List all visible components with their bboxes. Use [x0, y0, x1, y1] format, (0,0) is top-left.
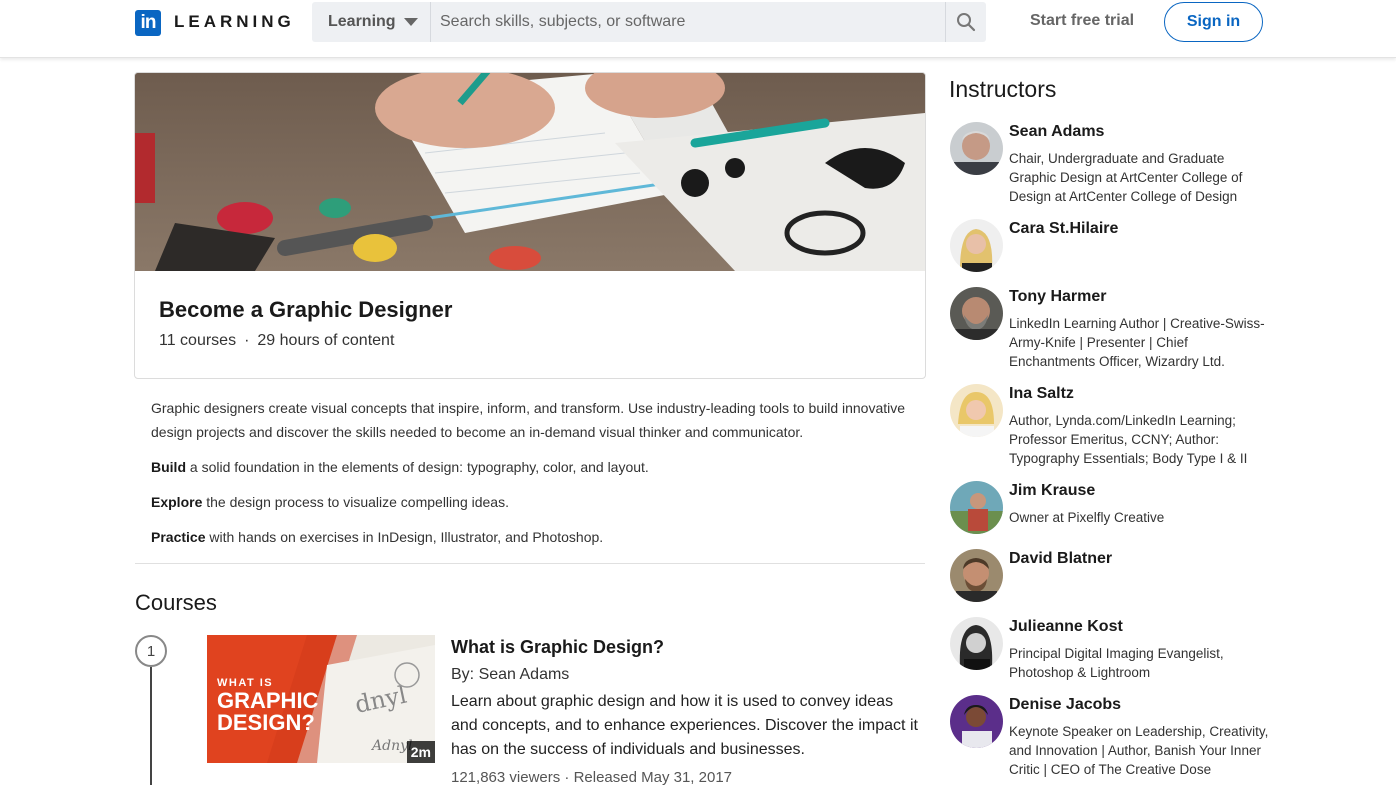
instructor-headline: Author, Lynda.com/LinkedIn Learning; Pro…: [1009, 413, 1248, 466]
instructor-name: David Blatner: [1009, 550, 1113, 567]
course-duration-badge: 2m: [406, 741, 435, 763]
path-point: Practice with hands on exercises in InDe…: [151, 529, 603, 545]
avatar: [950, 481, 1003, 534]
path-meta: 11 courses · 29 hours of content: [159, 332, 394, 350]
path-hero-card: Become a Graphic Designer 11 courses · 29 …: [134, 72, 926, 379]
instructor-name: Sean Adams: [1009, 123, 1105, 140]
section-divider: [135, 563, 925, 564]
course-description: Learn about graphic design and how it is…: [451, 693, 918, 758]
courses-count: 11 courses: [159, 332, 237, 349]
instructor-name: Tony Harmer: [1009, 288, 1107, 305]
avatar: [950, 695, 1003, 748]
sign-in-button[interactable]: Sign in: [1164, 2, 1263, 42]
course-title-link[interactable]: What is Graphic Design?: [451, 637, 664, 658]
instructor-headline: Chair, Undergraduate and Graduate Graphi…: [1009, 151, 1243, 204]
search-input[interactable]: [431, 2, 945, 42]
instructor-headline: Owner at Pixelfly Creative: [1009, 510, 1165, 525]
avatar: [950, 287, 1003, 340]
search-scope-dropdown[interactable]: Learning: [312, 2, 431, 42]
instructor-headline: LinkedIn Learning Author | Creative-Swis…: [1009, 316, 1265, 369]
path-description: Graphic designers create visual concepts…: [151, 400, 906, 440]
course-step-line: [150, 667, 152, 785]
meta-separator: ·: [244, 332, 250, 349]
avatar: [950, 617, 1003, 670]
point-bold: Practice: [151, 529, 206, 545]
avatar: [950, 122, 1003, 175]
thumb-text-design: DESIGN?: [217, 710, 315, 735]
hero-illustration: [135, 73, 925, 271]
learning-wordmark[interactable]: LEARNING: [174, 12, 295, 32]
point-text: the design process to visualize compelli…: [202, 494, 509, 510]
top-header: in LEARNING Learning Start free trial Si…: [0, 0, 1396, 58]
point-bold: Build: [151, 459, 186, 475]
search-scope-label: Learning: [328, 13, 396, 30]
course-stats: 121,863 viewers · Released May 31, 2017: [451, 769, 733, 785]
point-text: a solid foundation in the elements of de…: [186, 459, 649, 475]
start-free-trial-link[interactable]: Start free trial: [1030, 12, 1134, 30]
avatar: [950, 384, 1003, 437]
caret-down-icon: [403, 18, 418, 26]
course-thumbnail[interactable]: dnyl Adnyl WHAT IS GRAPHIC DESIGN? 2m: [207, 635, 435, 763]
linkedin-logo-icon[interactable]: in: [135, 10, 161, 36]
instructors-heading: Instructors: [949, 76, 1057, 102]
path-point: Build a solid foundation in the elements…: [151, 459, 649, 475]
instructor-headline: Principal Digital Imaging Evangelist, Ph…: [1009, 646, 1224, 680]
instructor-name: Jim Krause: [1009, 482, 1096, 499]
search-bar: Learning: [312, 2, 986, 42]
avatar: [950, 219, 1003, 272]
instructor-name: Cara St.Hilaire: [1009, 220, 1119, 237]
instructor-name: Denise Jacobs: [1009, 696, 1122, 713]
instructor-name: Julieanne Kost: [1009, 618, 1123, 635]
instructor-headline: Keynote Speaker on Leadership, Creativit…: [1009, 724, 1269, 777]
course-author: By: Sean Adams: [451, 666, 570, 683]
point-bold: Explore: [151, 494, 203, 510]
search-button[interactable]: [945, 2, 986, 42]
path-point: Explore the design process to visualize …: [151, 494, 509, 510]
search-icon: [957, 13, 976, 32]
hero-image: [135, 73, 925, 271]
course-step-number: 1: [135, 635, 167, 667]
content-hours: 29 hours of content: [257, 332, 395, 349]
instructor-name: Ina Saltz: [1009, 385, 1074, 402]
path-title: Become a Graphic Designer: [159, 297, 453, 322]
thumb-text-graphic: GRAPHIC: [217, 688, 319, 713]
avatar: [950, 549, 1003, 602]
courses-heading: Courses: [135, 590, 217, 615]
point-text: with hands on exercises in InDesign, Ill…: [205, 529, 604, 545]
